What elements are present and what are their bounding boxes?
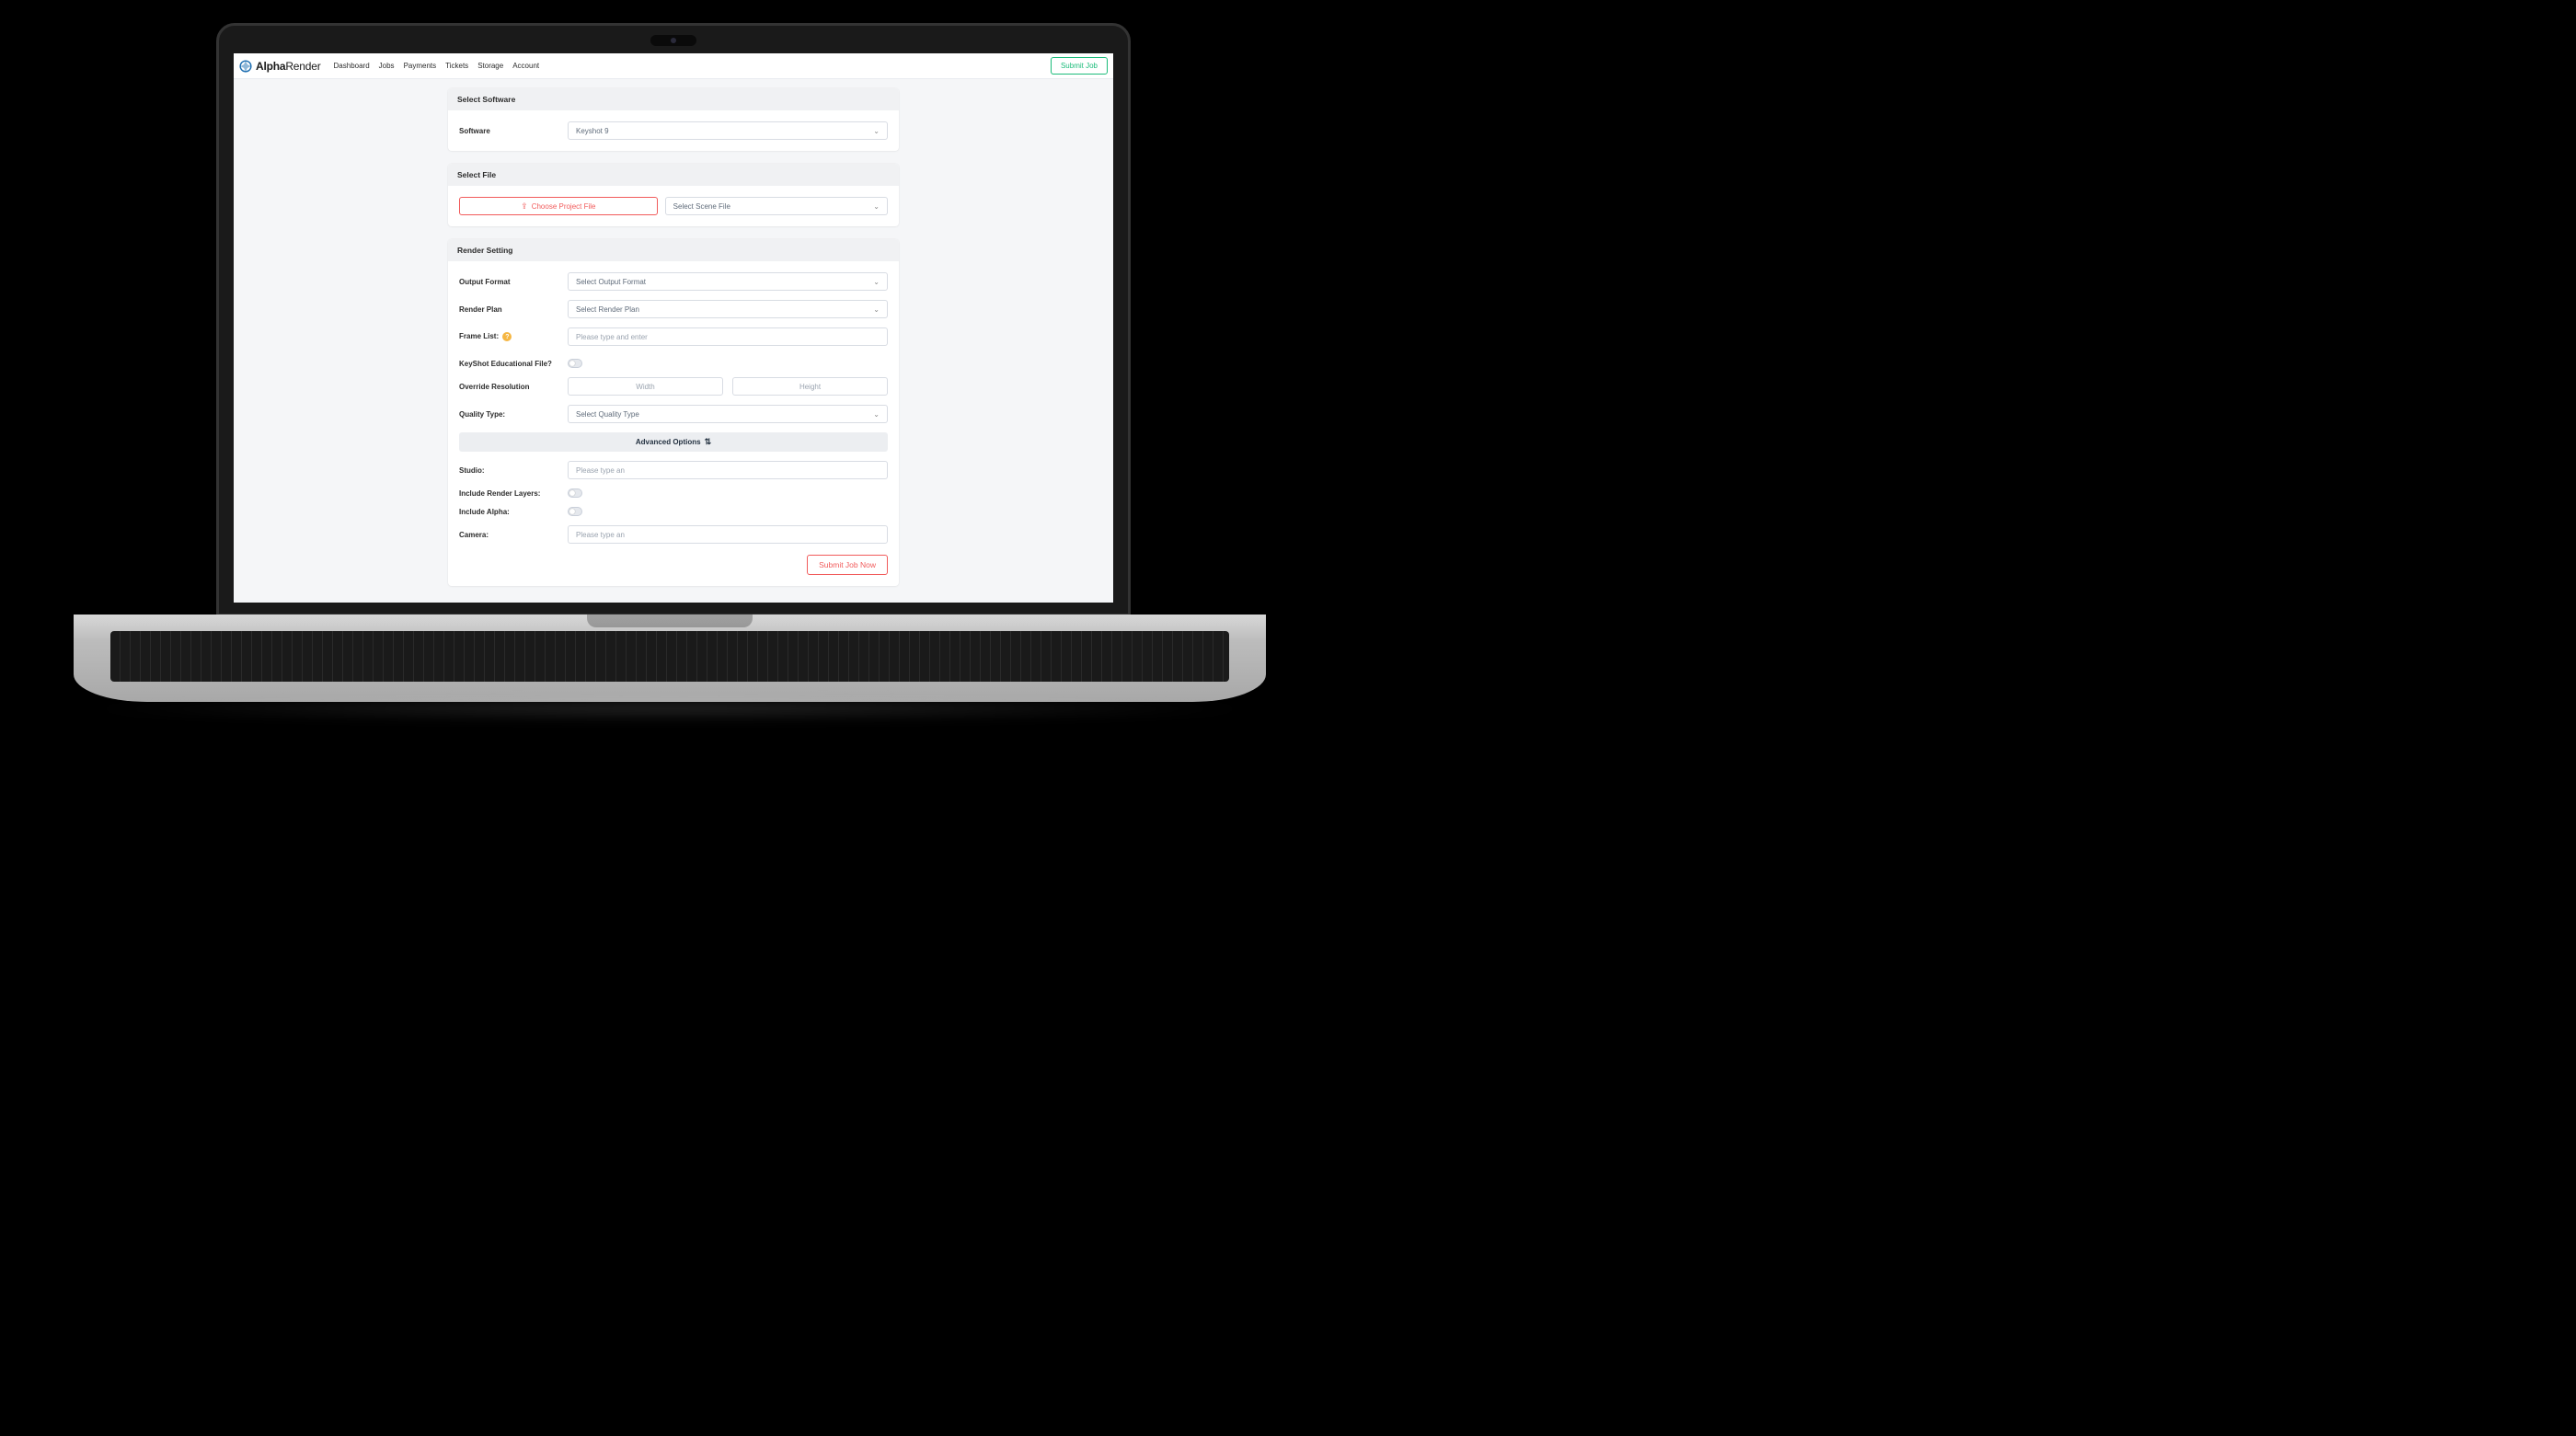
laptop-frame: AlphaRender Dashboard Jobs Payments Tick… — [216, 23, 1131, 616]
nav-account[interactable]: Account — [512, 62, 539, 70]
brand-logo[interactable]: AlphaRender — [239, 60, 321, 73]
submit-job-button[interactable]: Submit Job — [1051, 57, 1108, 75]
camera-input[interactable]: Please type an — [568, 525, 888, 544]
scene-file-select[interactable]: Select Scene File ⌄ — [665, 197, 888, 215]
label-render-plan: Render Plan — [459, 305, 558, 314]
card-render-setting: Render Setting Output Format Select Outp… — [448, 239, 899, 586]
height-input[interactable]: Height — [732, 377, 888, 396]
choose-project-file-button[interactable]: ⇪ Choose Project File — [459, 197, 658, 215]
render-plan-placeholder: Select Render Plan — [576, 305, 639, 314]
label-output-format: Output Format — [459, 278, 558, 286]
output-format-placeholder: Select Output Format — [576, 278, 646, 286]
render-plan-select[interactable]: Select Render Plan ⌄ — [568, 300, 888, 318]
section-title-file: Select File — [448, 164, 899, 186]
nav-tickets[interactable]: Tickets — [445, 62, 468, 70]
nav-storage[interactable]: Storage — [477, 62, 503, 70]
software-value: Keyshot 9 — [576, 127, 609, 135]
sort-icon: ⇅ — [705, 437, 712, 447]
chevron-down-icon: ⌄ — [873, 305, 880, 314]
label-frame-list: Frame List: ? — [459, 332, 558, 342]
chevron-down-icon: ⌄ — [873, 278, 880, 286]
edu-file-toggle[interactable] — [568, 359, 582, 368]
card-select-software: Select Software Software Keyshot 9 ⌄ — [448, 88, 899, 151]
studio-input[interactable]: Please type an — [568, 461, 888, 479]
chevron-down-icon: ⌄ — [873, 127, 880, 135]
quality-type-placeholder: Select Quality Type — [576, 410, 639, 419]
chevron-down-icon: ⌄ — [873, 410, 880, 419]
page-body: Select Software Software Keyshot 9 ⌄ — [234, 79, 1113, 603]
label-software: Software — [459, 127, 558, 135]
advanced-options-label: Advanced Options — [636, 438, 701, 446]
label-edu-file: KeyShot Educational File? — [459, 360, 558, 368]
app-root: AlphaRender Dashboard Jobs Payments Tick… — [234, 53, 1113, 603]
nav-jobs[interactable]: Jobs — [379, 62, 395, 70]
quality-type-select[interactable]: Select Quality Type ⌄ — [568, 405, 888, 423]
label-studio: Studio: — [459, 466, 558, 475]
help-icon[interactable]: ? — [502, 332, 512, 341]
width-input[interactable]: Width — [568, 377, 723, 396]
upload-icon: ⇪ — [521, 201, 528, 212]
software-select[interactable]: Keyshot 9 ⌄ — [568, 121, 888, 140]
submit-job-now-button[interactable]: Submit Job Now — [807, 555, 888, 575]
label-camera: Camera: — [459, 531, 558, 539]
screen: AlphaRender Dashboard Jobs Payments Tick… — [234, 53, 1113, 603]
label-override-res: Override Resolution — [459, 383, 558, 391]
nav-payments[interactable]: Payments — [404, 62, 437, 70]
section-title-render: Render Setting — [448, 239, 899, 261]
camera-icon — [650, 35, 696, 46]
shadow — [74, 697, 1266, 720]
laptop-base — [74, 615, 1266, 702]
label-include-alpha: Include Alpha: — [459, 508, 558, 516]
aperture-icon — [239, 60, 252, 73]
nav-dashboard[interactable]: Dashboard — [334, 62, 370, 70]
frame-list-input[interactable]: Please type and enter — [568, 327, 888, 346]
chevron-down-icon: ⌄ — [873, 202, 880, 211]
scene-file-placeholder: Select Scene File — [673, 202, 730, 211]
include-layers-toggle[interactable] — [568, 488, 582, 498]
nav-links: Dashboard Jobs Payments Tickets Storage … — [334, 62, 540, 70]
top-nav: AlphaRender Dashboard Jobs Payments Tick… — [234, 53, 1113, 79]
label-include-layers: Include Render Layers: — [459, 489, 558, 498]
choose-file-label: Choose Project File — [532, 202, 596, 211]
include-alpha-toggle[interactable] — [568, 507, 582, 516]
card-select-file: Select File ⇪ Choose Project File Select… — [448, 164, 899, 226]
label-quality-type: Quality Type: — [459, 410, 558, 419]
brand-text: AlphaRender — [256, 60, 321, 73]
section-title-software: Select Software — [448, 88, 899, 110]
output-format-select[interactable]: Select Output Format ⌄ — [568, 272, 888, 291]
advanced-options-toggle[interactable]: Advanced Options ⇅ — [459, 432, 888, 452]
keyboard-icon — [110, 631, 1229, 682]
